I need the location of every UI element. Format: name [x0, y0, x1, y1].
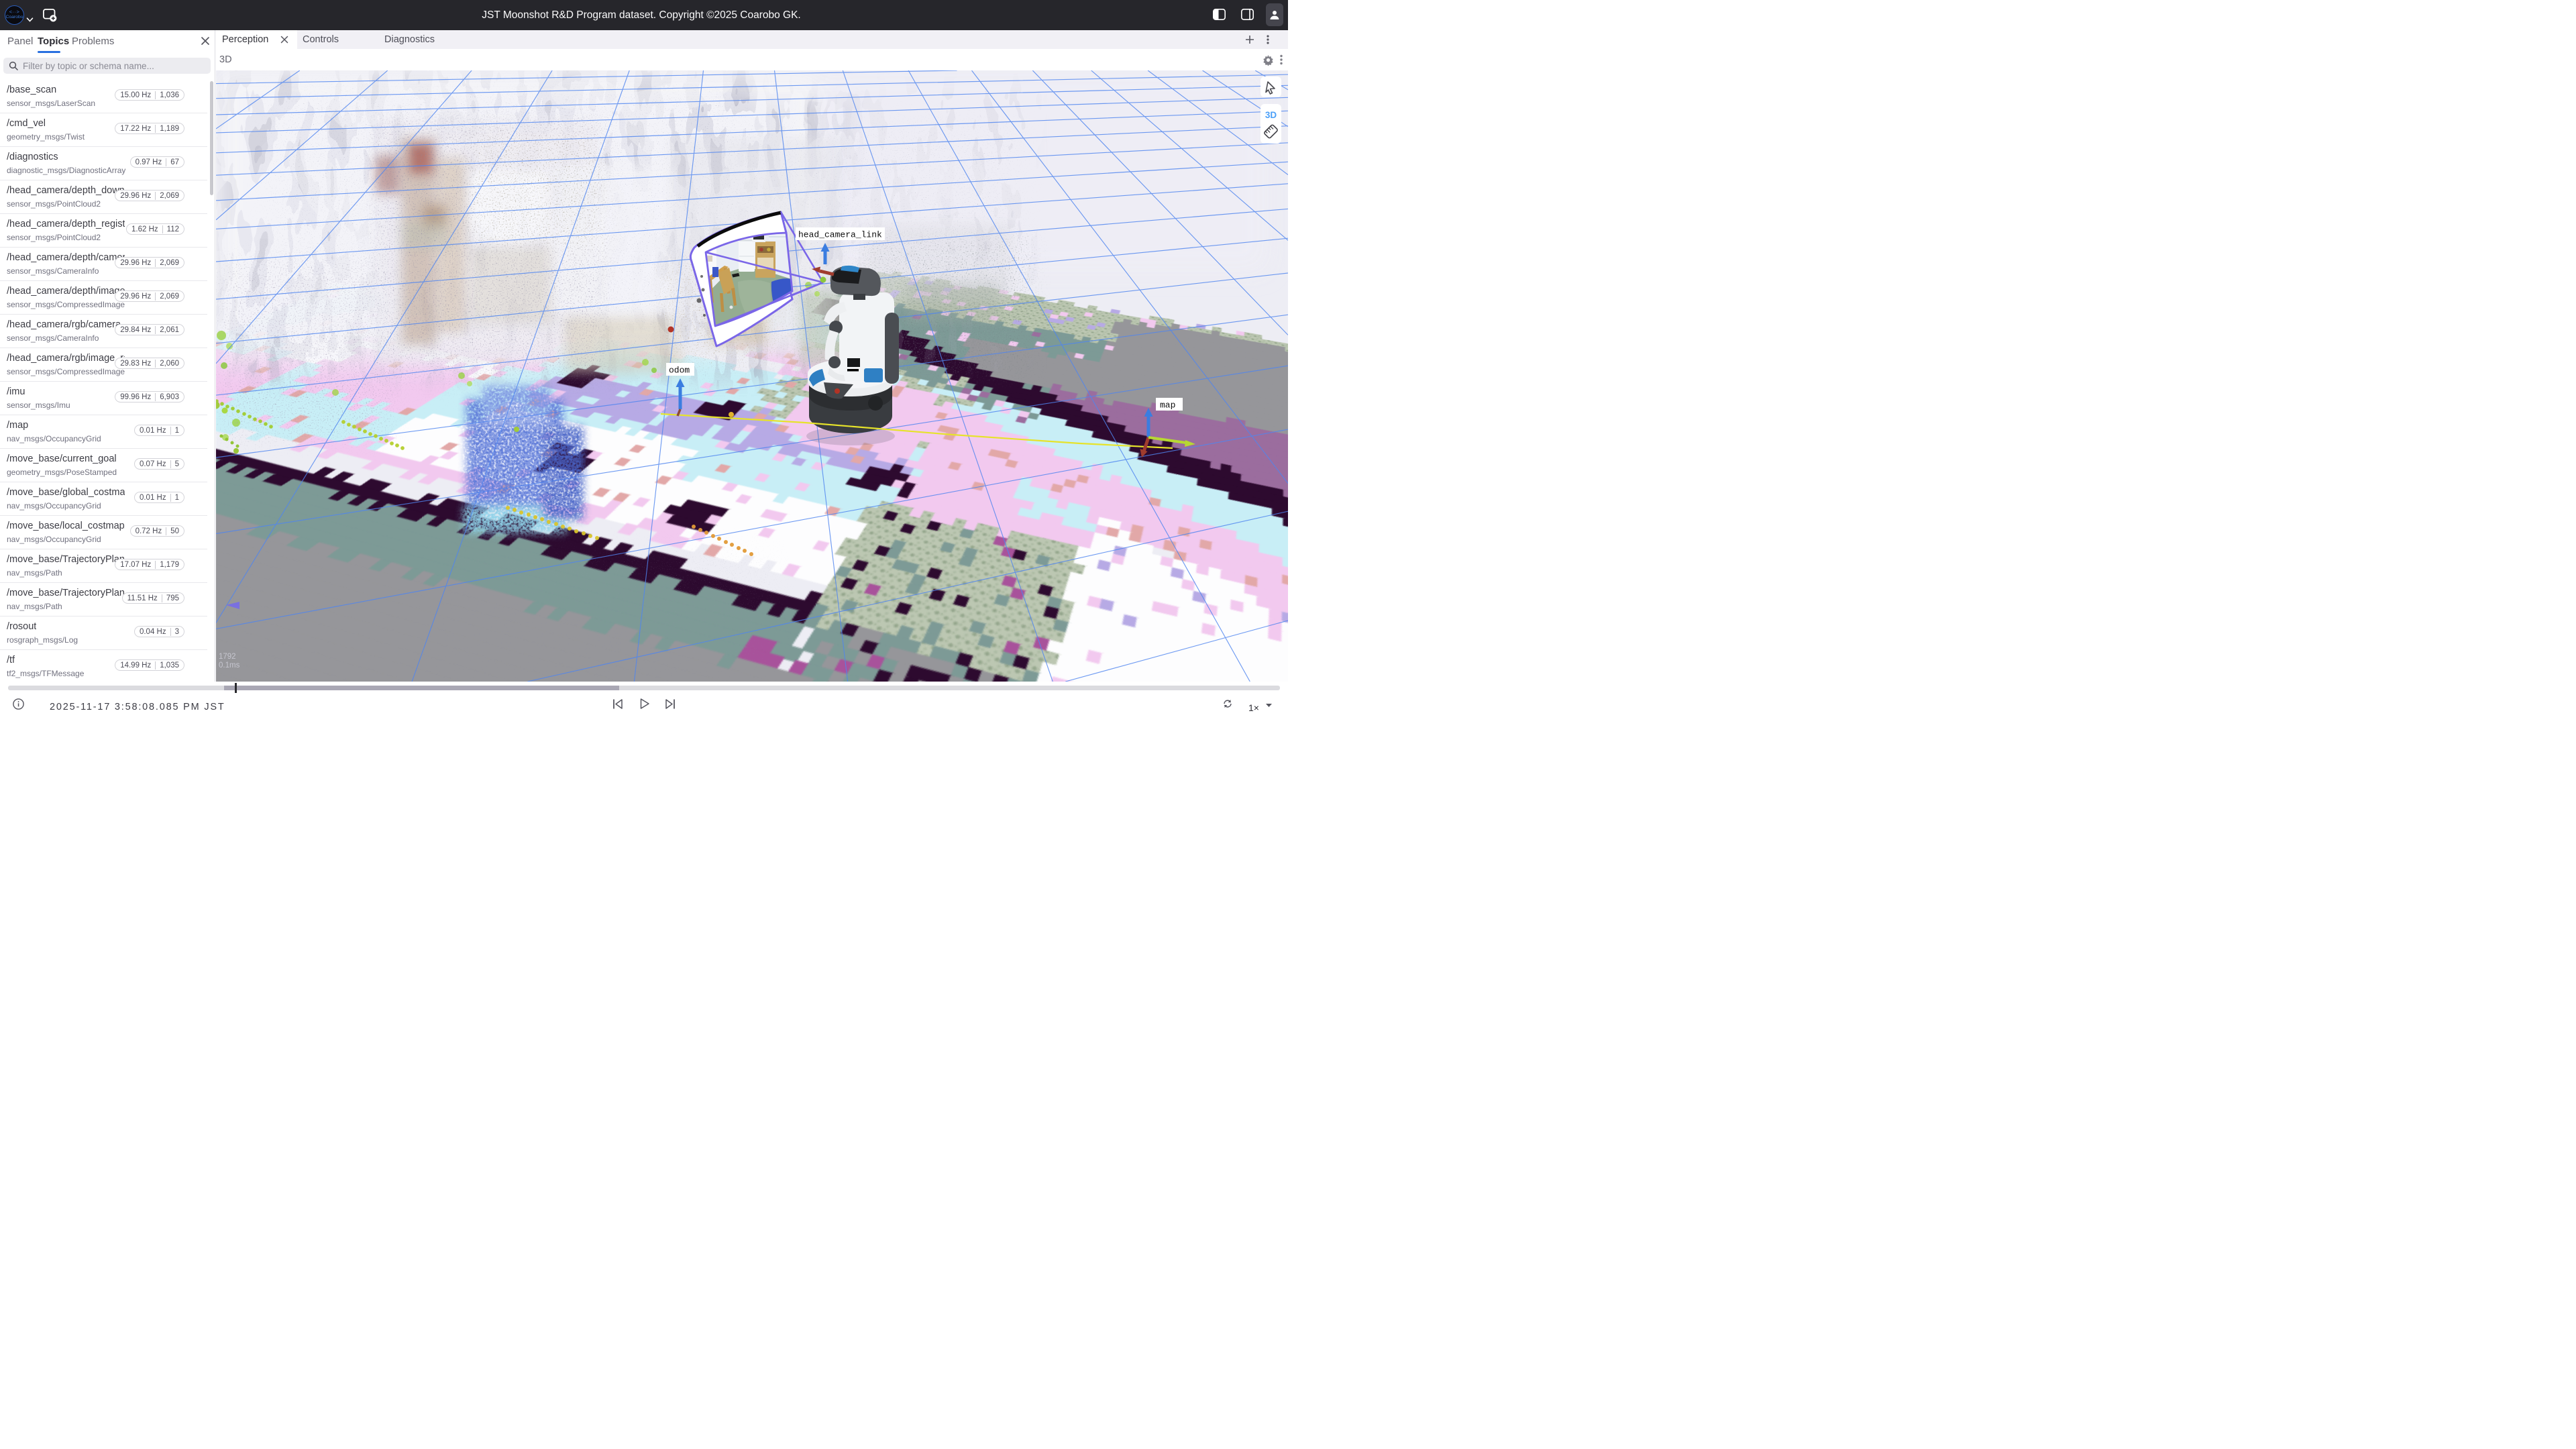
svg-text:map: map — [1160, 400, 1175, 411]
svg-text:0.1ms: 0.1ms — [219, 661, 240, 669]
svg-text:head_camera_link: head_camera_link — [798, 230, 882, 240]
svg-text:3D: 3D — [1265, 110, 1277, 120]
svg-text:1792: 1792 — [219, 653, 236, 661]
svg-text:odom: odom — [669, 366, 690, 376]
